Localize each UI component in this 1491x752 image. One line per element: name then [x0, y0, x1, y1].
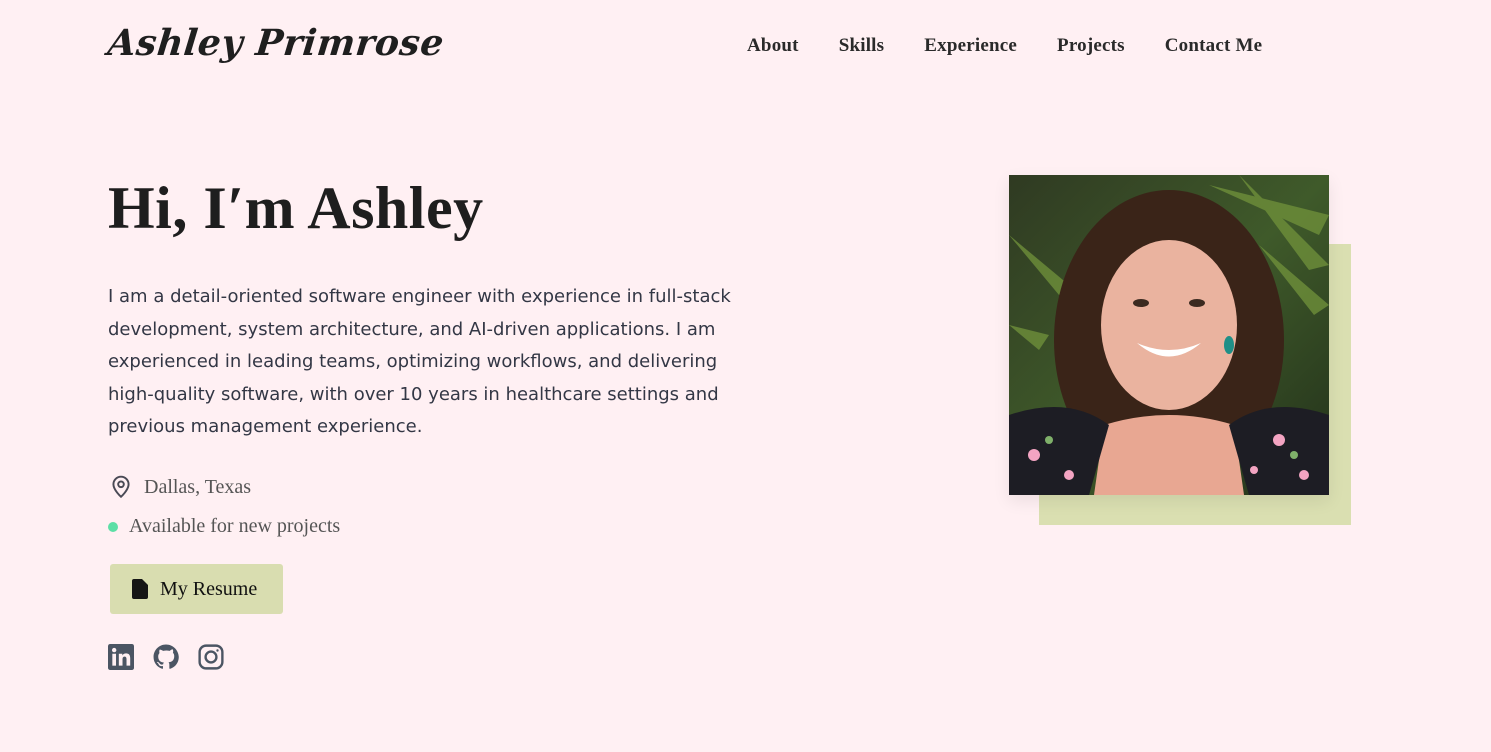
location-pin-icon — [108, 474, 134, 500]
hero-bio: I am a detail-oriented software engineer… — [108, 286, 731, 438]
nav-skills[interactable]: Skills — [839, 35, 885, 57]
location-row: Dallas, Texas — [108, 474, 251, 500]
nav-experience[interactable]: Experience — [924, 35, 1017, 57]
nav-contact-me[interactable]: Contact Me — [1165, 35, 1263, 57]
site-header: Ashley Primrose About Skills Experience … — [0, 0, 1491, 96]
file-icon — [132, 579, 148, 599]
resume-button-label: My Resume — [160, 577, 258, 600]
main-nav: About Skills Experience Projects Contact… — [747, 35, 1262, 57]
resume-button[interactable]: My Resume — [110, 564, 283, 614]
availability-text: Available for new projects — [129, 515, 341, 537]
profile-photo — [1009, 175, 1329, 495]
instagram-icon — [198, 644, 224, 670]
github-icon — [153, 644, 179, 669]
linkedin-icon — [108, 644, 134, 670]
availability-row: Available for new projects — [108, 515, 340, 538]
location-text: Dallas, Texas — [144, 475, 252, 498]
instagram-link[interactable] — [198, 644, 224, 670]
github-link[interactable] — [153, 644, 179, 670]
linkedin-link[interactable] — [108, 644, 134, 670]
hero-title: Hi, I′m Ashley — [108, 175, 484, 241]
nav-projects[interactable]: Projects — [1057, 35, 1125, 57]
social-links — [108, 644, 243, 670]
nav-about[interactable]: About — [747, 35, 799, 57]
site-logo[interactable]: Ashley Primrose — [106, 22, 446, 64]
status-dot-icon — [108, 521, 118, 532]
